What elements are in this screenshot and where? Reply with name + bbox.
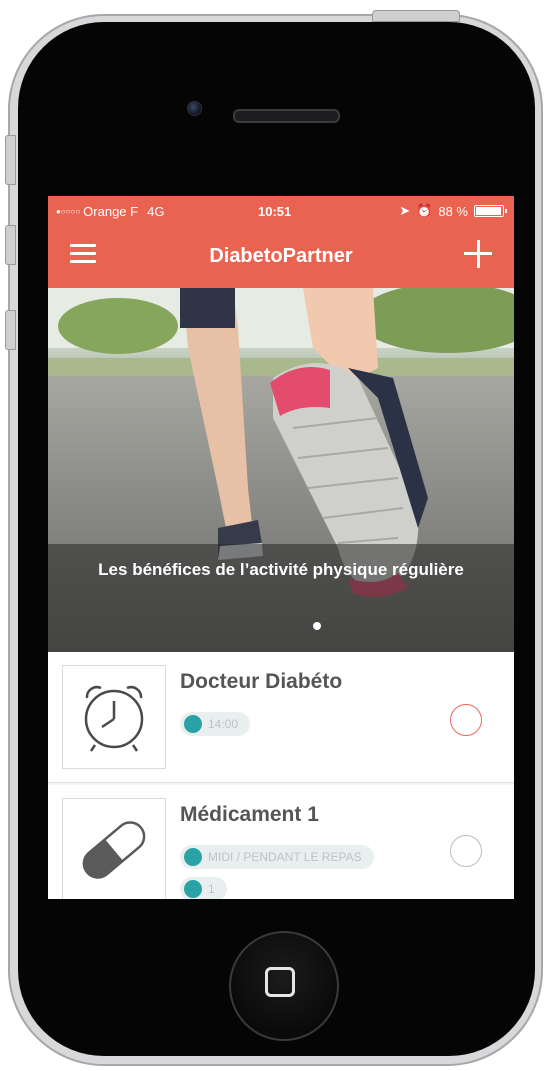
home-button-square-icon xyxy=(265,967,295,997)
alarm-clock-icon xyxy=(84,685,144,752)
dose-badge: 1 xyxy=(180,877,227,899)
status-left: ●○○○○ Orange F 4G xyxy=(56,204,164,219)
status-bar: ●○○○○ Orange F 4G 10:51 ➤ ⏰ 88 % xyxy=(48,196,514,226)
clock-icon xyxy=(184,715,202,733)
battery-icon xyxy=(474,205,507,217)
list-item[interactable]: Médicament 1 MIDI / PENDANT LE REPAS 1 xyxy=(48,785,514,899)
card-thumbnail xyxy=(62,798,166,899)
carousel-page-indicator[interactable] xyxy=(313,622,321,630)
earpiece-speaker xyxy=(233,109,340,123)
time-value: 14:00 xyxy=(208,717,239,731)
location-arrow-icon: ➤ xyxy=(399,203,411,218)
alarm-status-icon: ⏰ xyxy=(416,203,433,218)
network-type: 4G xyxy=(147,203,165,219)
battery-level xyxy=(476,207,501,215)
card-title: Docteur Diabéto xyxy=(180,670,343,693)
capsule-icon xyxy=(184,880,202,898)
app-title: DiabetoPartner xyxy=(209,245,353,267)
clock-icon xyxy=(184,848,202,866)
done-checkbox[interactable] xyxy=(450,704,482,736)
front-camera xyxy=(187,101,202,116)
done-checkbox[interactable] xyxy=(450,835,482,867)
list-item[interactable]: Docteur Diabéto 14:00 xyxy=(48,652,514,783)
pill-icon xyxy=(82,821,146,879)
status-right: ➤ ⏰ 88 % xyxy=(399,203,507,219)
app-screen: ●○○○○ Orange F 4G 10:51 ➤ ⏰ 88 % Diabeto… xyxy=(48,196,514,899)
navigation-bar: DiabetoPartner xyxy=(48,226,514,288)
volume-up-button xyxy=(5,225,16,265)
time-badge: 14:00 xyxy=(180,712,251,736)
battery-percent: 88 % xyxy=(438,203,468,219)
signal-strength-icon: ●○○○○ xyxy=(56,206,81,216)
add-plus-icon[interactable] xyxy=(464,240,492,268)
schedule-text: MIDI / PENDANT LE REPAS xyxy=(208,850,362,864)
card-title: Médicament 1 xyxy=(180,803,319,826)
status-time: 10:51 xyxy=(258,204,292,219)
schedule-badge: MIDI / PENDANT LE REPAS xyxy=(180,845,374,869)
hero-caption-text: Les bénéfices de l’activité physique rég… xyxy=(98,560,464,579)
hero-caption-overlay: Les bénéfices de l’activité physique rég… xyxy=(48,544,514,652)
card-thumbnail xyxy=(62,665,166,769)
dose-count: 1 xyxy=(208,882,215,896)
mute-switch xyxy=(5,135,16,185)
reminder-list: Docteur Diabéto 14:00 Médicament 1 MIDI … xyxy=(48,652,514,899)
hero-carousel[interactable]: Les bénéfices de l’activité physique rég… xyxy=(48,288,514,652)
volume-down-button xyxy=(5,310,16,350)
power-button xyxy=(372,10,460,22)
carrier-name: Orange F xyxy=(83,203,139,219)
